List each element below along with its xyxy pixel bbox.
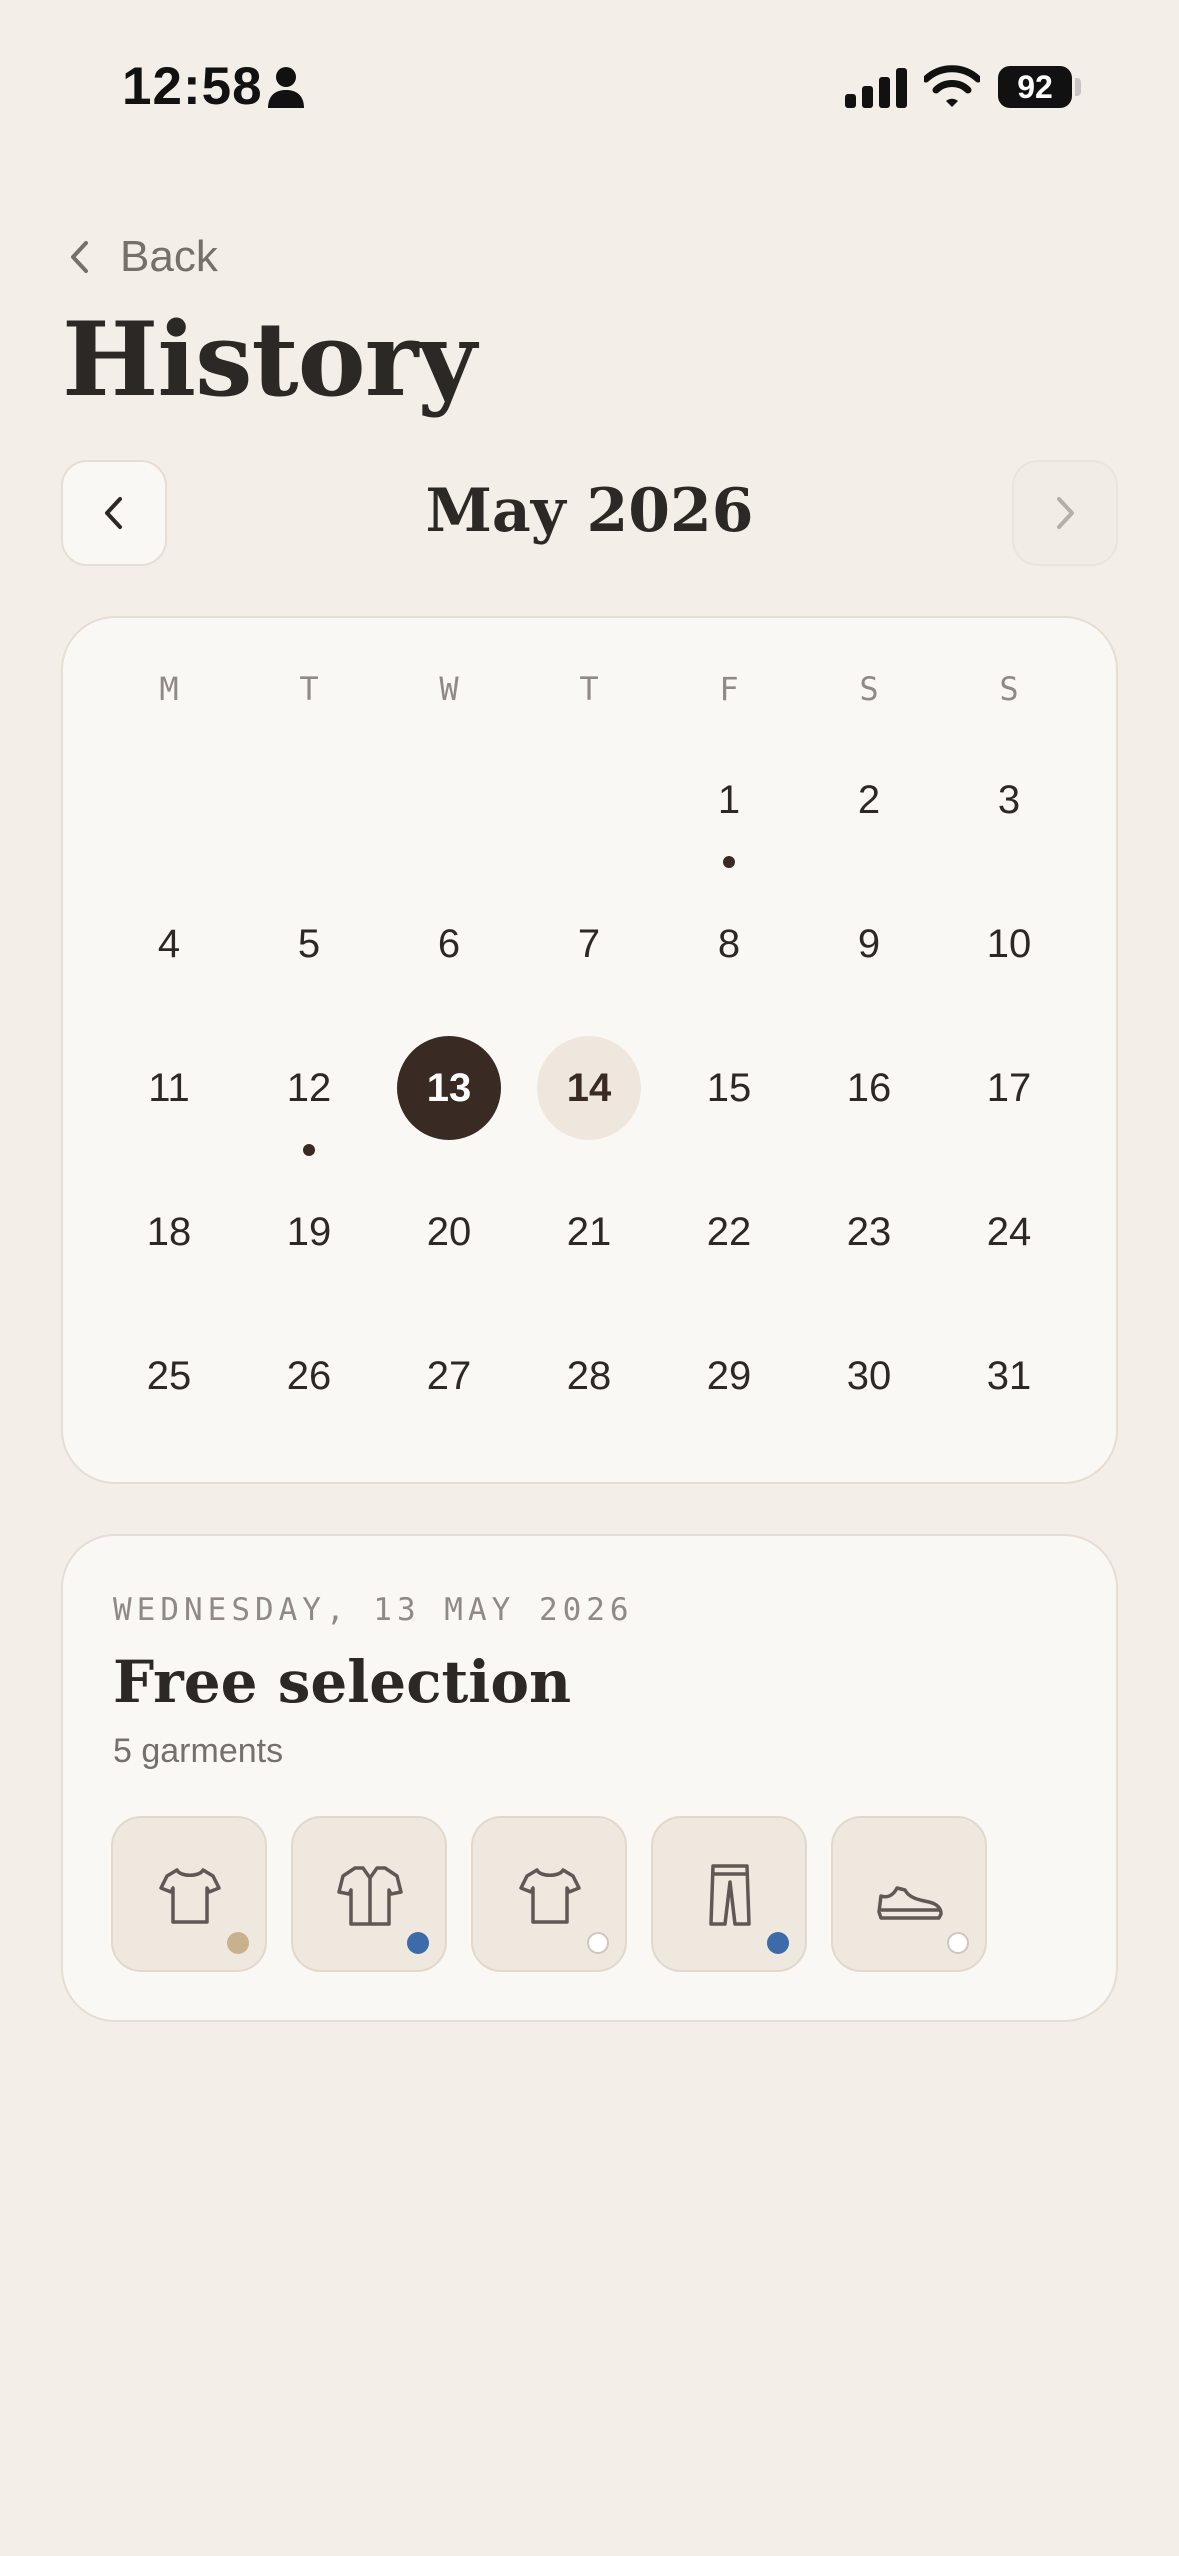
calendar-day-23[interactable]: 23 (817, 1180, 921, 1284)
page-title: History (62, 300, 477, 420)
chevron-left-icon (71, 241, 88, 273)
entry-dot (723, 856, 735, 868)
calendar-day-15[interactable]: 15 (677, 1036, 781, 1140)
person-icon (268, 67, 304, 108)
calendar-day-7[interactable]: 7 (537, 892, 641, 996)
tshirt-icon (519, 1868, 581, 1924)
garment-thumbnail[interactable] (831, 1816, 987, 1972)
calendar-day-10[interactable]: 10 (957, 892, 1061, 996)
calendar-day-14[interactable]: 14 (537, 1036, 641, 1140)
weekday-label: S (859, 670, 879, 708)
next-month-button[interactable] (1012, 460, 1118, 566)
calendar-day-5[interactable]: 5 (257, 892, 361, 996)
calendar-day-17[interactable]: 17 (957, 1036, 1061, 1140)
calendar-day-16[interactable]: 16 (817, 1036, 921, 1140)
garment-thumbnail[interactable] (471, 1816, 627, 1972)
entry-dot (303, 1144, 315, 1156)
garment-count: 5 garments (113, 1732, 284, 1770)
calendar-day-21[interactable]: 21 (537, 1180, 641, 1284)
calendar-day-18[interactable]: 18 (117, 1180, 221, 1284)
calendar-day-2[interactable]: 2 (817, 748, 921, 852)
color-swatch (767, 1932, 789, 1954)
calendar-day-12[interactable]: 12 (257, 1036, 361, 1140)
calendar-day-1[interactable]: 1 (677, 748, 781, 852)
calendar-day-24[interactable]: 24 (957, 1180, 1061, 1284)
outfit-title: Free selection (113, 1648, 572, 1716)
calendar-day-28[interactable]: 28 (537, 1324, 641, 1428)
back-label: Back (120, 232, 218, 281)
calendar-day-13[interactable]: 13 (397, 1036, 501, 1140)
month-label: May 2026 (425, 476, 754, 546)
status-time: 12:58 (122, 57, 263, 116)
garment-thumbnail[interactable] (291, 1816, 447, 1972)
calendar-day-11[interactable]: 11 (117, 1036, 221, 1140)
calendar-day-30[interactable]: 30 (817, 1324, 921, 1428)
garment-thumbnail[interactable] (111, 1816, 267, 1972)
color-swatch (947, 1932, 969, 1954)
color-swatch (227, 1932, 249, 1954)
calendar-day-19[interactable]: 19 (257, 1180, 361, 1284)
calendar-day-27[interactable]: 27 (397, 1324, 501, 1428)
calendar-day-29[interactable]: 29 (677, 1324, 781, 1428)
calendar-day-4[interactable]: 4 (117, 892, 221, 996)
calendar-day-20[interactable]: 20 (397, 1180, 501, 1284)
calendar-day-25[interactable]: 25 (117, 1324, 221, 1428)
history-screen: 12:58 92 Back History May 2026 M T W T F… (0, 0, 1179, 2556)
battery-indicator: 92 (998, 66, 1072, 108)
weekday-label: S (999, 670, 1019, 708)
tshirt-icon (159, 1868, 221, 1924)
chevron-right-icon (1057, 497, 1074, 529)
calendar-day-6[interactable]: 6 (397, 892, 501, 996)
calendar-day-3[interactable]: 3 (957, 748, 1061, 852)
battery-level: 92 (1017, 68, 1053, 105)
calendar-day-31[interactable]: 31 (957, 1324, 1061, 1428)
cellular-signal-icon (845, 68, 907, 108)
day-detail-card: WEDNESDAY, 13 MAY 2026 Free selection 5 … (61, 1534, 1118, 2022)
status-bar: 12:58 92 (0, 0, 1179, 176)
shirt-icon (337, 1866, 403, 1926)
calendar-day-26[interactable]: 26 (257, 1324, 361, 1428)
weekday-label: T (299, 670, 319, 708)
sneaker-icon (877, 1886, 943, 1920)
battery-tip (1075, 78, 1081, 96)
calendar-day-8[interactable]: 8 (677, 892, 781, 996)
detail-date: WEDNESDAY, 13 MAY 2026 (113, 1592, 634, 1628)
wifi-icon (924, 65, 980, 107)
weekday-label: M (159, 670, 179, 708)
calendar-grid: M T W T F S S 1 2 3 4 5 6 7 8 9 10 11 12 13 14 15 16 17 18 19 20 21… (61, 616, 1118, 1484)
back-button[interactable]: Back (66, 232, 218, 282)
color-swatch (587, 1932, 609, 1954)
weekday-label: T (579, 670, 599, 708)
weekday-label: F (719, 670, 739, 708)
weekday-label: W (439, 670, 459, 708)
color-swatch (407, 1932, 429, 1954)
calendar-day-9[interactable]: 9 (817, 892, 921, 996)
garment-thumbnail[interactable] (651, 1816, 807, 1972)
pants-icon (709, 1864, 751, 1926)
calendar-day-22[interactable]: 22 (677, 1180, 781, 1284)
